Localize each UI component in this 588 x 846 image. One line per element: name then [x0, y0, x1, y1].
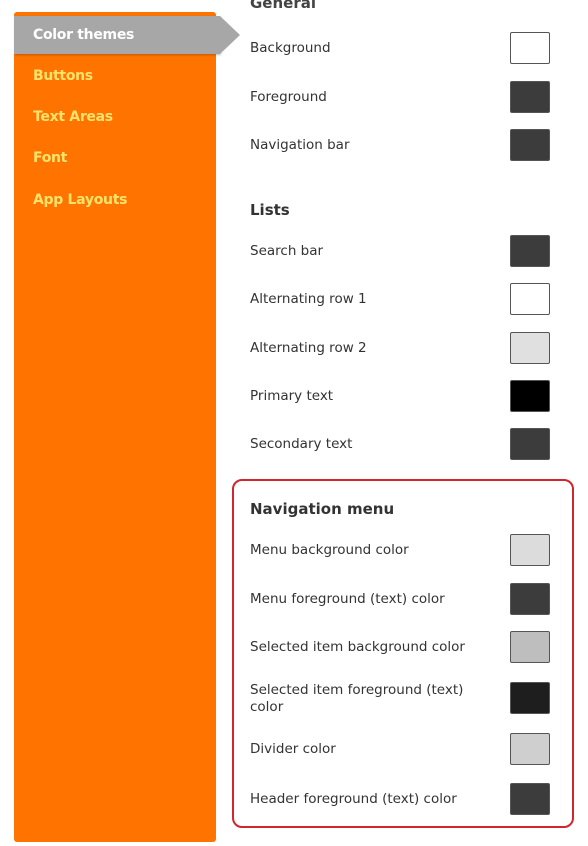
color-swatch-selected-item-background[interactable] — [510, 631, 550, 663]
color-swatch-background[interactable] — [510, 32, 550, 64]
color-swatch-alternating-row-2[interactable] — [510, 332, 550, 364]
sidebar-item-color-themes[interactable]: Color themes — [14, 16, 240, 54]
color-swatch-secondary-text[interactable] — [510, 428, 550, 460]
color-swatch-divider[interactable] — [510, 733, 550, 765]
row-label-primary-text: Primary text — [250, 388, 334, 404]
color-swatch-alternating-row-1[interactable] — [510, 283, 550, 315]
section-title-lists: Lists — [250, 201, 290, 219]
section-title-general: General — [250, 0, 316, 12]
row-label-header-foreground-color: Header foreground (text) color — [250, 791, 457, 807]
row-label-foreground: Foreground — [250, 89, 327, 105]
row-label-selected-item-foreground-color: Selected item foreground (text) color — [250, 682, 464, 715]
color-swatch-search-bar[interactable] — [510, 235, 550, 267]
color-swatch-navigation-bar[interactable] — [510, 129, 550, 161]
row-label-navigation-bar: Navigation bar — [250, 137, 350, 153]
color-swatch-primary-text[interactable] — [510, 380, 550, 412]
row-label-background: Background — [250, 40, 331, 56]
row-label-secondary-text: Secondary text — [250, 436, 353, 452]
row-label-selected-item-background-color: Selected item background color — [250, 639, 465, 655]
color-swatch-foreground[interactable] — [510, 81, 550, 113]
row-label-alternating-row-2: Alternating row 2 — [250, 340, 367, 356]
section-title-navigation-menu: Navigation menu — [250, 500, 395, 518]
row-label-search-bar: Search bar — [250, 243, 324, 259]
sidebar-item-text-areas[interactable]: Text Areas — [14, 98, 216, 136]
sidebar-item-font[interactable]: Font — [14, 139, 216, 177]
color-swatch-menu-foreground[interactable] — [510, 583, 550, 615]
row-label-menu-background-color: Menu background color — [250, 542, 409, 558]
color-swatch-selected-item-foreground[interactable] — [510, 682, 550, 714]
color-swatch-menu-background[interactable] — [510, 534, 550, 566]
sidebar-item-app-layouts[interactable]: App Layouts — [14, 181, 216, 219]
sidebar: Color themes Buttons Text Areas Font App… — [14, 12, 240, 842]
color-swatch-header-foreground[interactable] — [510, 783, 550, 815]
row-label-divider-color: Divider color — [250, 741, 336, 757]
row-label-menu-foreground-color: Menu foreground (text) color — [250, 591, 445, 607]
row-label-alternating-row-1: Alternating row 1 — [250, 291, 367, 307]
sidebar-item-buttons[interactable]: Buttons — [14, 57, 216, 95]
